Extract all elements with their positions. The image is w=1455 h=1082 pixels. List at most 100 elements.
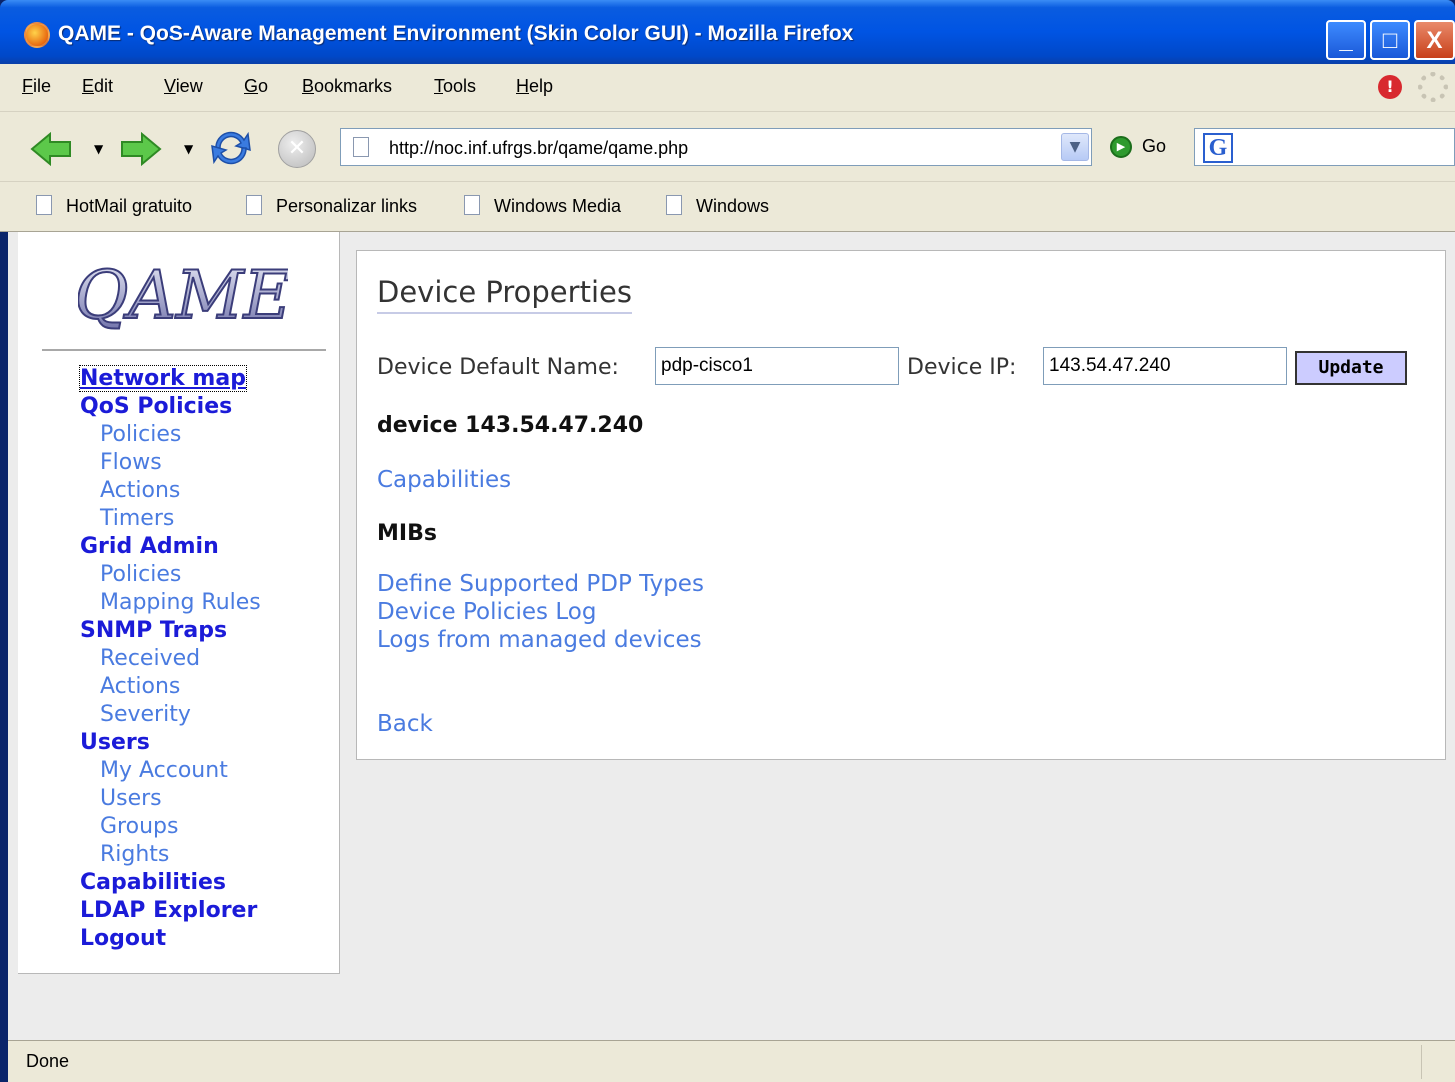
define-pdp-types-link[interactable]: Define Supported PDP Types [377, 571, 704, 597]
menu-tools[interactable]: Tools [434, 76, 476, 97]
sidebar-item-users[interactable]: Users [80, 730, 150, 755]
sidebar-item-actions[interactable]: Actions [100, 478, 180, 503]
sidebar-item-logout[interactable]: Logout [80, 926, 166, 951]
bookmark-label: Windows Media [494, 196, 622, 216]
sidebar-item-policies[interactable]: Policies [100, 422, 181, 447]
managed-devices-logs-link[interactable]: Logs from managed devices [377, 627, 702, 653]
navigation-toolbar: ▼ ▼ ✕ ▼ ▶ Go G [0, 112, 1455, 182]
maximize-icon: □ [1382, 27, 1398, 54]
device-policies-log-link[interactable]: Device Policies Log [377, 599, 596, 625]
title-bar: QAME - QoS-Aware Management Environment … [0, 0, 1455, 64]
search-box[interactable]: G [1194, 128, 1455, 166]
url-dropdown-icon[interactable]: ▼ [1061, 133, 1089, 161]
reload-icon[interactable] [208, 126, 254, 170]
status-bar: Done [8, 1040, 1455, 1082]
sidebar: QAME Network map QoS Policies Policies Flow… [18, 232, 340, 974]
back-arrow-icon[interactable] [30, 132, 72, 166]
sidebar-item-groups[interactable]: Groups [100, 814, 178, 839]
browser-chrome: File Edit View Go Bookmarks Tools Help !… [0, 64, 1455, 232]
window-title: QAME - QoS-Aware Management Environment … [58, 22, 854, 45]
alert-icon[interactable]: ! [1378, 75, 1402, 99]
sidebar-item-snmp-traps[interactable]: SNMP Traps [80, 618, 227, 643]
sidebar-item-capabilities[interactable]: Capabilities [80, 870, 226, 895]
menu-view[interactable]: View [164, 76, 203, 97]
page-viewport: QAME Network map QoS Policies Policies Flow… [8, 232, 1455, 1040]
sidebar-item-network-map[interactable]: Network map [79, 365, 247, 392]
sidebar-item-ldap-explorer[interactable]: LDAP Explorer [80, 898, 257, 923]
page-icon [246, 195, 262, 216]
sidebar-item-mapping-rules[interactable]: Mapping Rules [100, 590, 261, 615]
menu-bookmarks[interactable]: Bookmarks [302, 76, 392, 97]
menu-accel: B [302, 76, 315, 96]
menu-accel: E [82, 76, 95, 96]
menu-go[interactable]: Go [244, 76, 268, 97]
close-button[interactable]: X [1414, 20, 1455, 60]
menu-label: ile [33, 76, 52, 96]
bookmarks-toolbar: HotMail gratuito Personalizar links Wind… [0, 182, 1455, 232]
sidebar-item-rights[interactable]: Rights [100, 842, 169, 867]
sidebar-item-severity[interactable]: Severity [100, 702, 191, 727]
svg-text:QAME: QAME [78, 257, 288, 332]
mibs-heading: MIBs [377, 521, 437, 546]
menu-label: iew [175, 76, 203, 96]
forward-arrow-icon[interactable] [120, 132, 162, 166]
sidebar-item-grid-admin[interactable]: Grid Admin [80, 534, 219, 559]
sidebar-item-users[interactable]: Users [100, 786, 162, 811]
minimize-icon: _ [1339, 27, 1353, 54]
throbber-icon [1418, 72, 1448, 102]
sidebar-item-received[interactable]: Received [100, 646, 200, 671]
menu-accel: V [164, 76, 176, 96]
minimize-button[interactable]: _ [1326, 20, 1366, 60]
bookmark-label: HotMail gratuito [66, 196, 193, 216]
firefox-logo-icon [24, 22, 50, 48]
sidebar-item-actions[interactable]: Actions [100, 674, 180, 699]
bookmark-windows[interactable]: Windows [666, 195, 770, 217]
sidebar-item-qos-policies[interactable]: QoS Policies [80, 394, 232, 419]
url-bar[interactable]: ▼ [340, 128, 1092, 166]
menu-accel: G [244, 76, 259, 96]
go-label: Go [1142, 136, 1167, 156]
sidebar-item-policies[interactable]: Policies [100, 562, 181, 587]
menu-accel: T [434, 76, 443, 96]
page-title: Device Properties [377, 275, 632, 314]
sidebar-divider [42, 349, 326, 351]
bookmark-hotmail[interactable]: HotMail gratuito [36, 195, 193, 217]
bookmark-label: Windows [696, 196, 770, 216]
stop-icon[interactable]: ✕ [278, 130, 316, 168]
capabilities-link[interactable]: Capabilities [377, 467, 511, 493]
menu-label: ookmarks [314, 76, 393, 96]
device-heading: device 143.54.47.240 [377, 413, 644, 438]
go-button[interactable]: ▶ Go [1110, 136, 1167, 159]
menu-label: dit [94, 76, 114, 96]
bookmark-windows-media[interactable]: Windows Media [464, 195, 622, 217]
menu-label: o [258, 76, 269, 96]
qame-logo: QAME [78, 256, 288, 332]
back-dropdown-icon[interactable]: ▼ [94, 142, 103, 156]
sidebar-item-flows[interactable]: Flows [100, 450, 162, 475]
go-icon: ▶ [1110, 136, 1132, 159]
device-name-input[interactable] [655, 347, 899, 385]
main-content: Device Properties Device Default Name: D… [356, 250, 1446, 760]
menu-bar: File Edit View Go Bookmarks Tools Help ! [0, 64, 1455, 112]
status-text: Done [26, 1051, 70, 1071]
bookmark-personalizar-links[interactable]: Personalizar links [246, 195, 418, 217]
bookmark-label: Personalizar links [276, 196, 418, 216]
menu-help[interactable]: Help [516, 76, 553, 97]
maximize-button[interactable]: □ [1370, 20, 1410, 60]
sidebar-item-my-account[interactable]: My Account [100, 758, 228, 783]
back-link[interactable]: Back [377, 711, 433, 737]
device-name-label: Device Default Name: [377, 355, 619, 380]
resize-grip-icon[interactable] [1421, 1045, 1451, 1079]
google-search-icon[interactable]: G [1203, 133, 1233, 163]
url-input[interactable] [389, 135, 1049, 161]
menu-label: ools [443, 76, 477, 96]
device-ip-input[interactable] [1043, 347, 1287, 385]
sidebar-item-timers[interactable]: Timers [100, 506, 174, 531]
update-button[interactable]: Update [1295, 351, 1407, 385]
menu-accel: H [516, 76, 529, 96]
menu-file[interactable]: File [22, 76, 51, 97]
forward-dropdown-icon[interactable]: ▼ [184, 142, 193, 156]
menu-label: elp [529, 76, 554, 96]
menu-edit[interactable]: Edit [82, 76, 113, 97]
device-ip-label: Device IP: [907, 355, 1017, 380]
